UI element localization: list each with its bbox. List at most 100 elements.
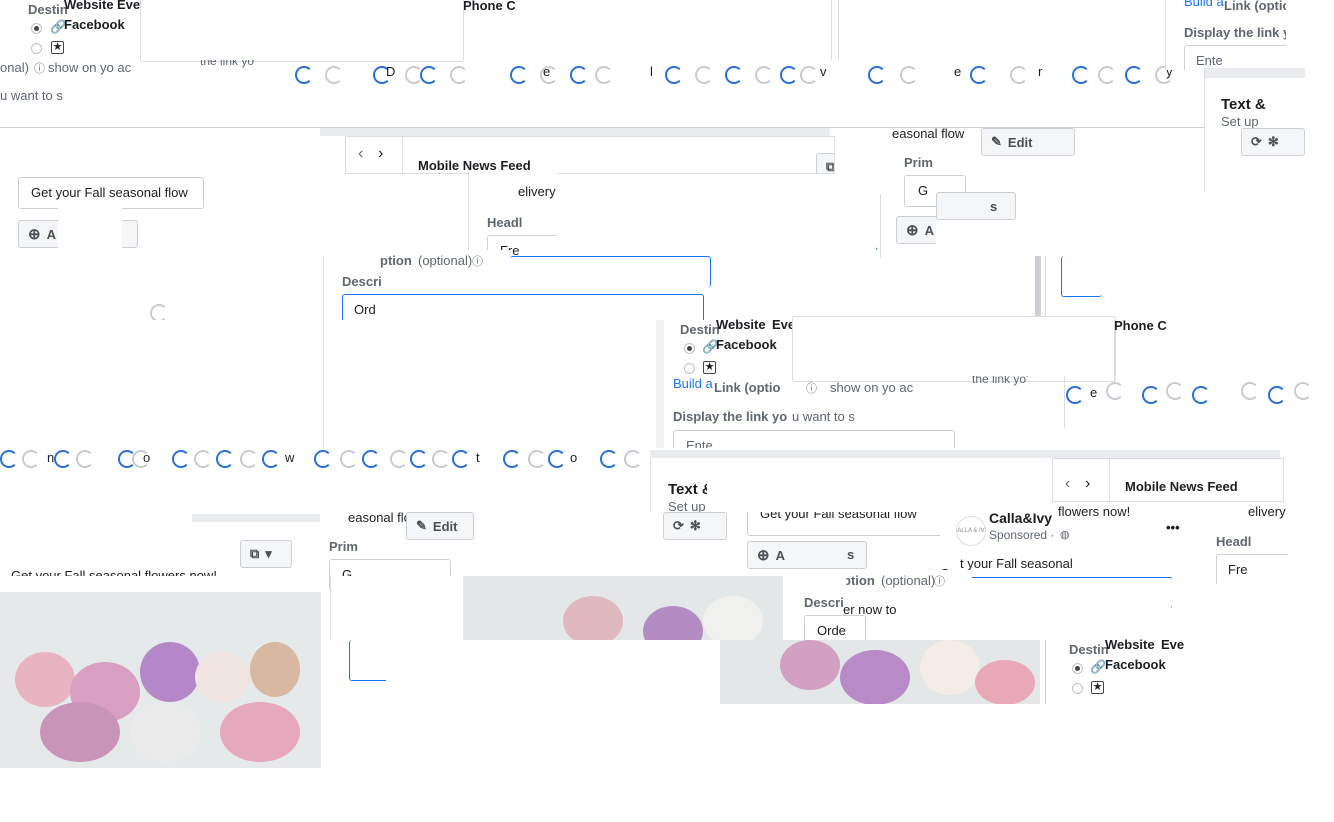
brand-name[interactable]: Calla&Ivy [989,512,1052,526]
add-suffix-button[interactable]: s [936,192,1016,220]
preview-header: ‹ › Mobile News Feed ⧉ ▾ [345,136,835,174]
add-suffix: s [990,198,998,214]
description-optional-label: ption [846,573,875,588]
delivery-text: elivery [518,184,556,199]
setup-text: Set up [1221,114,1259,129]
description-optional: ption (optional) ⓘ [846,570,972,592]
chevron-right-icon[interactable]: › [1085,475,1090,493]
plus-circle-icon: ⊕ [906,222,919,239]
description-panel-2 [330,576,463,640]
headline-value: Fre [1228,562,1248,577]
device-selector[interactable]: ⧉ ▾ [816,153,835,174]
event-label: Eve [1161,637,1185,652]
event-label: Eve [117,0,141,12]
brand-badge: ALLA & IV [957,528,985,534]
ad-image [0,592,321,768]
device-icon: ⧉ [826,159,835,174]
preview-header: ‹ › Mobile News Feed [1052,458,1284,502]
description-input[interactable] [342,294,704,320]
link-icon: 🔗 [1090,659,1107,674]
link-frag: the link yo' [200,60,257,68]
pencil-icon: ✎ [416,518,427,533]
add-label: A [775,547,785,563]
show-text: show on yo ac [48,60,132,75]
ad-image [720,640,1040,704]
preview-text: t your Fall seasonal [960,556,1073,571]
link-frag: the link yo' [972,376,1029,386]
website-radio[interactable] [31,23,42,34]
globe-icon: ◍ [1060,529,1070,541]
primary-label: Prim [329,539,358,554]
chevron-left-icon[interactable]: ‹ [358,145,363,163]
spinner-letter: r [1038,64,1043,79]
description-optional: ption (optional) ⓘ [380,250,510,270]
website-label: Website [716,317,766,332]
website-radio[interactable] [684,343,695,354]
spinner-patch [0,256,330,320]
display-want: u want to s [792,409,855,424]
phone-label: Phone C [1114,318,1167,333]
facebook-radio[interactable] [684,363,695,374]
facebook-radio[interactable] [31,43,42,54]
add-label: A [46,226,56,242]
refresh-icon[interactable]: ⟳ [673,518,684,534]
spinner-letter: t [476,450,480,465]
phone-label: Phone C [463,0,516,13]
display-label: Display the link yo [673,409,788,424]
primary-value: G [918,183,929,198]
text-setup-panel: Text & Set up [650,458,707,512]
input-edge [510,256,711,287]
destination-label: Destin [28,2,68,17]
input-edge [1061,256,1102,297]
primary-text-value: Get your Fall seasonal flowers now! [11,568,217,576]
spinner-strip: n o w t o [0,444,650,470]
mobile-news-feed-label: Mobile News Feed [1125,479,1238,494]
destination-label: Destin [1069,642,1109,657]
chevron-right-icon[interactable]: › [378,145,383,163]
headline-panel: elivery Headl Fre [468,172,556,262]
spinner-letter: w [285,450,295,465]
edit-button[interactable]: ✎ Edit [981,128,1075,156]
display-link-input[interactable] [673,430,955,448]
build-link[interactable]: Build a [1184,0,1224,9]
seasonal-text: easonal flow [892,128,965,141]
refresh-icon[interactable]: ⟳ [1251,134,1262,150]
input-edge [968,577,1172,608]
facebook-radio[interactable] [1072,683,1083,694]
edit-label: Edit [1007,134,1033,150]
spinner-letter: v [820,64,827,79]
caret-down-icon: ▾ [265,546,272,561]
bug-icon[interactable]: ✻ [1268,134,1279,150]
flowers-now: flowers now! [1058,504,1131,519]
headline-input[interactable] [1216,554,1288,584]
website-radio[interactable] [1072,663,1083,674]
enter-placeholder: Ente [1196,53,1223,68]
description-value: Ord [354,302,376,317]
headline-label: Headl [487,215,523,230]
optional-word: (optional) [418,253,473,268]
setup-text: Set up [668,499,706,512]
store-icon: ★ [1091,681,1104,694]
device-row: ⧉ ▾ Get your Fall seasonal flowers now! [0,512,320,576]
device-selector[interactable]: ⧉ ▾ [240,540,292,568]
want-text: u want to s [0,88,63,103]
field-box[interactable] [792,316,1116,382]
spinner-strip: the link yo' D e l v e r y [180,60,1204,128]
field-box[interactable] [140,0,464,62]
order-now: er now to [843,602,897,617]
build-link[interactable]: Build a [673,376,713,391]
website-label: Website [64,0,114,12]
sponsored-label: Sponsored · [989,528,1055,542]
website-label: Website [1105,637,1155,652]
bug-icon[interactable]: ✻ [690,518,701,534]
more-icon[interactable]: ••• [1166,520,1180,535]
preview-tools: ⟳ ✻ [1241,128,1305,156]
facebook-label: Facebook [716,337,777,352]
pencil-icon: ✎ [991,134,1002,149]
preview-tools: ⟳ ✻ [663,512,727,540]
chevron-left-icon[interactable]: ‹ [1065,475,1070,493]
mobile-news-feed-label: Mobile News Feed [418,158,531,173]
text-title: Text & [1221,96,1266,113]
info-icon: ⓘ [806,383,817,395]
edit-button[interactable]: ✎ Edit [406,512,474,540]
